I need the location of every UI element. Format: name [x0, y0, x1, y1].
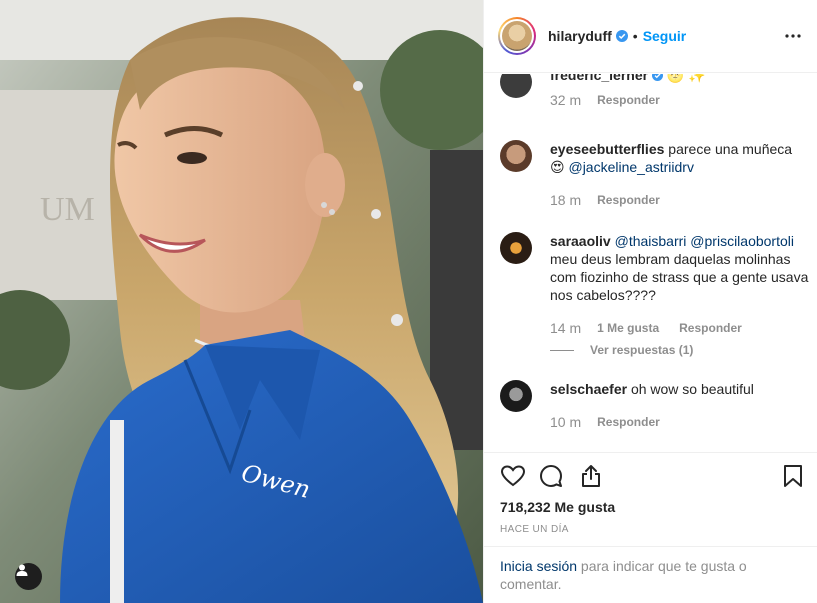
comment-meta: 10 m Responder	[550, 414, 680, 430]
comment-content: oh wow so beautiful	[627, 381, 754, 397]
comment-time: 18 m	[550, 192, 582, 208]
comment-meta: 18 m Responder	[550, 192, 680, 208]
comment-time: 14 m	[550, 320, 582, 336]
comment-time: 32 m	[550, 92, 582, 108]
author-avatar[interactable]	[498, 17, 536, 55]
mention-link[interactable]: @priscilaobortoli	[690, 233, 794, 249]
post-actions: 718,232 Me gusta HACE UN DÍA	[484, 452, 817, 546]
verified-badge-icon	[615, 30, 628, 42]
post-image: UM Owen	[0, 0, 483, 603]
comments-list[interactable]: frederic_lerner 🌝 ✨ 32 m Responder eyese…	[484, 74, 817, 452]
login-prompt: Inicia sesión para indicar que te gusta …	[484, 546, 817, 603]
comment-meta: 14 m 1 Me gusta Responder	[550, 320, 762, 336]
svg-text:UM: UM	[40, 191, 95, 228]
commenter-username[interactable]: frederic_lerner	[550, 74, 648, 83]
header-separator: •	[632, 28, 638, 44]
comment-bubble-icon[interactable]	[538, 463, 564, 489]
mention-link[interactable]: @thaisbarri	[615, 233, 687, 249]
reply-button[interactable]: Responder	[597, 93, 660, 107]
login-link[interactable]: Inicia sesión	[500, 558, 577, 574]
more-options-icon[interactable]	[784, 27, 802, 45]
view-replies-label: Ver respuestas (1)	[590, 343, 694, 357]
mention-link[interactable]: @jackeline_astriidrv	[568, 159, 693, 175]
verified-badge-icon	[651, 74, 663, 81]
comment-content: meu deus lembram daquelas molinhas com f…	[550, 251, 809, 303]
view-replies-button[interactable]: Ver respuestas (1)	[550, 343, 693, 357]
follow-button[interactable]: Seguir	[643, 28, 687, 44]
post-header: hilaryduff • Seguir	[484, 0, 817, 73]
comment-text: selschaefer oh wow so beautiful	[550, 380, 810, 398]
comment-likes-count[interactable]: 1 Me gusta	[597, 321, 659, 335]
bookmark-icon[interactable]	[780, 463, 806, 489]
comment-text: saraaoliv @thaisbarri @priscilaobortoli …	[550, 232, 810, 304]
commenter-avatar[interactable]	[500, 74, 532, 98]
post-likes-count[interactable]: 718,232 Me gusta	[500, 499, 615, 515]
reply-button[interactable]: Responder	[597, 415, 660, 429]
commenter-avatar[interactable]	[500, 140, 532, 172]
user-tag-icon[interactable]	[15, 563, 42, 590]
share-icon[interactable]	[578, 463, 604, 489]
comment-text: eyeseebutterflies parece una muñeca 😍 @j…	[550, 140, 810, 176]
commenter-avatar[interactable]	[500, 232, 532, 264]
heart-icon[interactable]	[500, 463, 526, 489]
commenter-username[interactable]: saraaoliv	[550, 233, 611, 249]
comment-meta: 32 m Responder	[550, 92, 680, 108]
replies-divider	[550, 349, 574, 351]
comment-time: 10 m	[550, 414, 582, 430]
post-side-panel: hilaryduff • Seguir frederic_lerner 🌝 ✨	[483, 0, 817, 603]
commenter-avatar[interactable]	[500, 380, 532, 412]
reply-button[interactable]: Responder	[597, 193, 660, 207]
commenter-username[interactable]: eyeseebutterflies	[550, 141, 664, 157]
post-timestamp[interactable]: HACE UN DÍA	[500, 524, 569, 535]
author-username[interactable]: hilaryduff	[548, 28, 612, 44]
reply-button[interactable]: Responder	[679, 321, 742, 335]
post-photo[interactable]: UM Owen	[0, 0, 483, 603]
commenter-username[interactable]: selschaefer	[550, 381, 627, 397]
comment-content: 🌝 ✨	[666, 74, 706, 83]
comment-text: frederic_lerner 🌝 ✨	[550, 74, 810, 84]
